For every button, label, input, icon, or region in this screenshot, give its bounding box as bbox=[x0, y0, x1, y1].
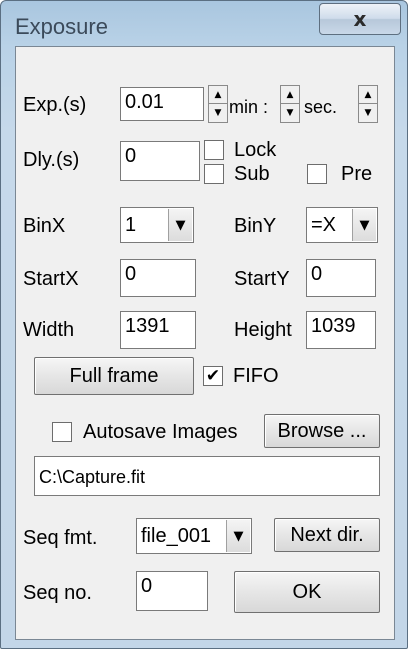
starty-input[interactable]: 0 bbox=[306, 259, 376, 297]
biny-label: BinY bbox=[234, 215, 277, 237]
height-input[interactable]: 1039 bbox=[306, 311, 376, 349]
seconds-label: sec. bbox=[304, 97, 338, 117]
exposure-label: Exp.(s) bbox=[23, 94, 87, 116]
lock-label: Lock bbox=[234, 139, 277, 161]
biny-select[interactable]: =X ▼ bbox=[306, 207, 378, 243]
sub-checkbox[interactable] bbox=[204, 164, 224, 184]
spin-down-icon[interactable]: ▼ bbox=[281, 104, 299, 122]
width-input[interactable]: 1391 bbox=[120, 311, 196, 349]
window-title: Exposure bbox=[15, 14, 108, 39]
exposure-spinner[interactable]: ▲ ▼ bbox=[208, 85, 228, 123]
ok-button[interactable]: OK bbox=[234, 571, 380, 613]
chevron-down-icon[interactable]: ▼ bbox=[352, 209, 376, 241]
spin-down-icon[interactable]: ▼ bbox=[209, 104, 227, 122]
save-path-input[interactable]: C:\Capture.fit bbox=[34, 456, 380, 496]
pre-label: Pre bbox=[341, 163, 373, 185]
pre-checkbox[interactable] bbox=[307, 164, 327, 184]
autosave-checkbox[interactable] bbox=[52, 422, 72, 442]
delay-input[interactable]: 0 bbox=[120, 141, 200, 181]
binx-select[interactable]: 1 ▼ bbox=[120, 207, 194, 243]
sub-label: Sub bbox=[234, 163, 270, 185]
biny-value: =X bbox=[311, 214, 337, 236]
binx-value: 1 bbox=[125, 214, 137, 236]
chevron-down-icon[interactable]: ▼ bbox=[168, 209, 192, 241]
exposure-input[interactable]: 0.01 bbox=[120, 87, 204, 121]
browse-button[interactable]: Browse ... bbox=[264, 414, 380, 448]
exposure-window: Exposure x Exp.(s) 0.01 ▲ ▼ min : ▲ ▼ se… bbox=[0, 0, 408, 649]
seq-fmt-value: file_001 bbox=[141, 525, 212, 547]
spin-up-icon[interactable]: ▲ bbox=[281, 86, 299, 104]
full-frame-button[interactable]: Full frame bbox=[34, 357, 194, 395]
seq-fmt-label: Seq fmt. bbox=[23, 527, 98, 549]
next-dir-button[interactable]: Next dir. bbox=[274, 518, 380, 552]
spin-up-icon[interactable]: ▲ bbox=[359, 86, 377, 104]
autosave-label: Autosave Images bbox=[83, 421, 238, 443]
height-label: Height bbox=[234, 319, 292, 341]
fifo-checkbox[interactable]: ✔ bbox=[203, 366, 223, 386]
seq-no-input[interactable]: 0 bbox=[136, 571, 208, 611]
delay-label: Dly.(s) bbox=[23, 149, 80, 171]
close-icon: x bbox=[353, 7, 367, 31]
seconds-spinner[interactable]: ▲ ▼ bbox=[358, 85, 378, 123]
binx-label: BinX bbox=[23, 215, 66, 237]
starty-label: StartY bbox=[234, 268, 290, 290]
close-button[interactable]: x bbox=[319, 3, 401, 35]
chevron-down-icon[interactable]: ▼ bbox=[226, 520, 250, 552]
seq-fmt-select[interactable]: file_001 ▼ bbox=[136, 518, 252, 554]
width-label: Width bbox=[23, 319, 75, 341]
startx-input[interactable]: 0 bbox=[120, 259, 196, 297]
fifo-label: FIFO bbox=[233, 365, 279, 387]
startx-label: StartX bbox=[23, 268, 79, 290]
minutes-label: min : bbox=[229, 97, 269, 117]
seq-no-label: Seq no. bbox=[23, 582, 92, 604]
lock-checkbox[interactable] bbox=[204, 140, 224, 160]
spin-up-icon[interactable]: ▲ bbox=[209, 86, 227, 104]
minutes-spinner[interactable]: ▲ ▼ bbox=[280, 85, 300, 123]
spin-down-icon[interactable]: ▼ bbox=[359, 104, 377, 122]
dialog-panel: Exp.(s) 0.01 ▲ ▼ min : ▲ ▼ sec. ▲ ▼ Dly.… bbox=[15, 46, 395, 640]
